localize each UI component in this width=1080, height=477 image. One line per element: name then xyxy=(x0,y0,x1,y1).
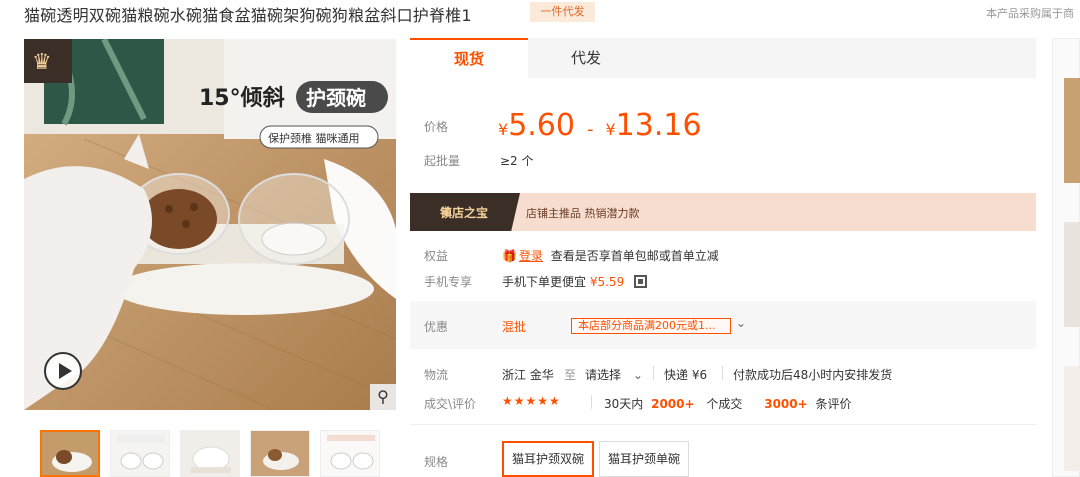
section-divider xyxy=(410,424,1036,425)
thumbnail-3[interactable] xyxy=(180,430,240,477)
play-icon[interactable] xyxy=(44,352,82,390)
main-product-image[interactable]: 15°倾斜 护颈碗 保护颈椎 猫咪通用 ♛ ⚲ xyxy=(24,39,396,410)
store-treasure-banner: ♛ 镇店之宝 店铺主推品 热销潜力款 xyxy=(410,193,1036,231)
search-icon[interactable]: ⚲ xyxy=(370,384,396,410)
sold-count[interactable]: 2000+ xyxy=(651,397,694,411)
banner-badge: ♛ 镇店之宝 xyxy=(410,193,520,231)
divider xyxy=(591,395,592,409)
subtag-text: 保护颈椎 猫咪通用 xyxy=(268,131,360,145)
gift-icon: 🎁 xyxy=(502,249,517,263)
price-label: 价格 xyxy=(424,120,449,134)
review-unit: 条评价 xyxy=(815,397,852,411)
discount-type: 混批 xyxy=(502,320,527,334)
currency-max: ¥ xyxy=(605,120,616,139)
procurement-note: 本产品采购属于商 xyxy=(986,7,1074,20)
moq-value: ≥2 个 xyxy=(500,154,534,168)
spec-option-double[interactable]: 猫耳护颈双碗 xyxy=(502,441,595,477)
delivery-promise: 付款成功后48小时内安排发货 xyxy=(733,368,893,382)
mobile-text: 手机下单更便宜 xyxy=(502,275,587,289)
price-max: 13.16 xyxy=(615,108,702,143)
qr-code-icon[interactable] xyxy=(634,275,648,288)
divider xyxy=(653,366,654,380)
price-min: 5.60 xyxy=(508,108,575,143)
benefits-label: 权益 xyxy=(424,249,449,263)
deals-row: 30天内 2000+ 个成交 3000+ 条评价 xyxy=(604,395,852,412)
tab-dropship[interactable]: 代发 xyxy=(528,38,644,78)
mobile-label: 手机专享 xyxy=(424,275,473,289)
banner-title: 镇店之宝 xyxy=(440,206,489,220)
recommendation-image-3[interactable] xyxy=(1064,366,1080,471)
logistics-label: 物流 xyxy=(424,368,449,382)
express-fee: 快递 ¥6 xyxy=(664,368,708,382)
benefits-row: 🎁 登录 查看是否享首单包邮或首单立减 xyxy=(502,247,719,264)
thumbnail-2[interactable] xyxy=(110,430,170,477)
recommendation-image-2[interactable] xyxy=(1064,222,1080,327)
moq-label: 起批量 xyxy=(424,154,461,168)
benefits-text: 查看是否享首单包邮或首单立减 xyxy=(550,249,719,263)
chevron-down-icon[interactable]: ⌄ xyxy=(736,316,746,330)
price-range: ¥5.60- ¥13.16 xyxy=(498,108,702,143)
purchase-mode-tabs: 现货 代发 xyxy=(410,38,1036,78)
price-dash: - xyxy=(586,119,594,140)
crown-icon: ♛ xyxy=(32,50,52,75)
discount-label: 优惠 xyxy=(424,320,449,334)
review-count[interactable]: 3000+ xyxy=(764,397,807,411)
deals-label: 成交\评价 xyxy=(424,397,477,411)
headline-tag: 护颈碗 xyxy=(306,86,366,110)
deals-prefix: 30天内 xyxy=(604,397,644,411)
mobile-price: ¥5.59 xyxy=(589,275,625,289)
spec-option-single[interactable]: 猫耳护颈单碗 xyxy=(599,441,690,477)
chevron-down-icon: ⌄ xyxy=(632,368,643,382)
currency-min: ¥ xyxy=(498,120,509,139)
thumbnail-strip xyxy=(40,430,380,477)
rating-stars: ★★★★★ xyxy=(502,394,561,408)
spec-label: 规格 xyxy=(424,455,449,469)
destination-select[interactable]: 请选择 ⌄ xyxy=(585,366,643,383)
promo-tag[interactable]: 本店部分商品满200元或1... xyxy=(571,318,731,334)
divider xyxy=(722,366,723,380)
dropship-badge: 一件代发 xyxy=(530,2,595,22)
banner-tags: 店铺主推品 热销潜力款 xyxy=(526,207,640,220)
thumbnail-4[interactable] xyxy=(250,430,310,477)
headline-text: 15°倾斜 xyxy=(199,85,285,111)
thumbnail-1[interactable] xyxy=(40,430,100,477)
thumbnail-5[interactable] xyxy=(320,430,380,477)
product-photo: 15°倾斜 护颈碗 保护颈椎 猫咪通用 ♛ xyxy=(24,39,396,410)
product-title: 猫碗透明双碗猫粮碗水碗猫食盆猫碗架狗碗狗粮盆斜口护脊椎1 xyxy=(24,6,472,25)
logistics-origin: 浙江 金华 xyxy=(502,368,554,382)
logistics-to: 至 xyxy=(564,368,577,382)
recommendation-image-1[interactable] xyxy=(1064,78,1080,183)
destination-text: 请选择 xyxy=(585,368,622,382)
mobile-row: 手机下单更便宜 ¥5.59 xyxy=(502,273,648,290)
sold-unit: 个成交 xyxy=(706,397,743,411)
login-link[interactable]: 登录 xyxy=(519,249,543,263)
tab-spot[interactable]: 现货 xyxy=(410,38,528,78)
